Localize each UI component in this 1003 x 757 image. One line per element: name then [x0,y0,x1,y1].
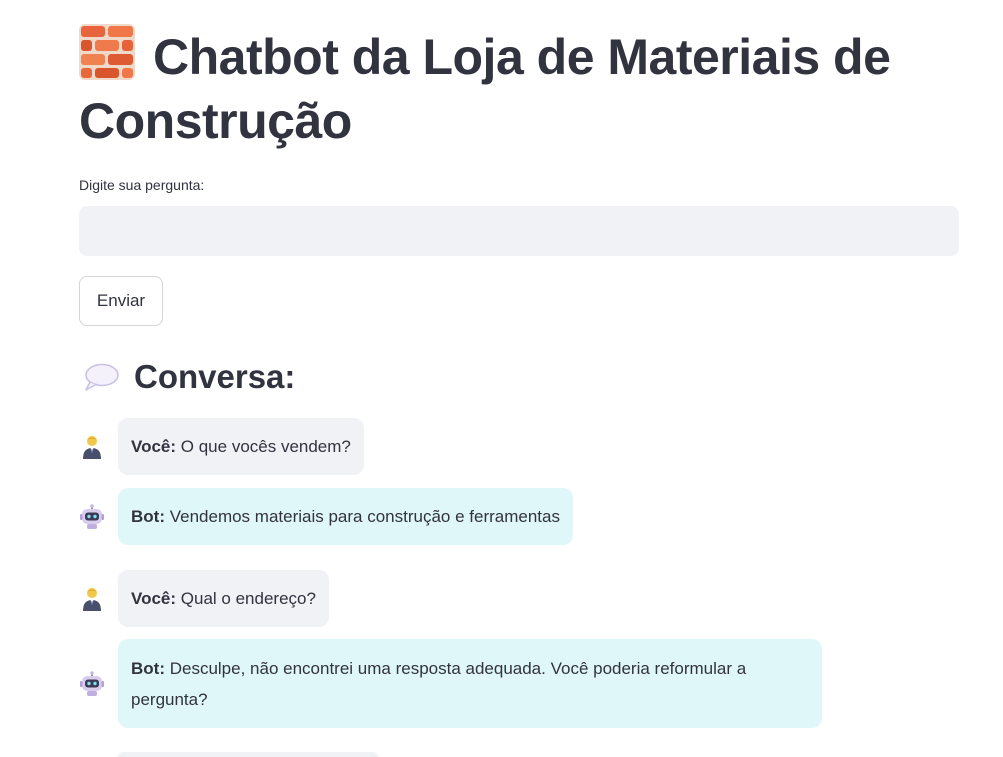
chatbot-page: Chatbot da Loja de Materiais de Construç… [0,0,1003,757]
next-message-bubble-partial [118,752,378,757]
message-text: Desculpe, não encontrei uma resposta ade… [131,659,747,709]
person-icon [83,435,101,459]
conversation-title-text: Conversa: [134,358,296,395]
message-speaker: Bot: [131,659,165,678]
user-message-bubble: Você: Qual o endereço? [118,570,329,627]
chat-message-user: Você: O que vocês vendem? [79,418,364,475]
bot-message-bubble: Bot: Desculpe, não encontrei uma respost… [118,639,822,728]
message-text: Vendemos materiais para construção e fer… [169,507,560,526]
person-icon [83,587,101,611]
message-speaker: Você: [131,437,177,456]
robot-icon [80,503,104,529]
brick-icon [79,24,135,80]
page-title: Chatbot da Loja de Materiais de Construç… [79,24,979,153]
question-input[interactable] [79,206,959,256]
chat-message-user: Você: Qual o endereço? [79,570,329,627]
chat-message-bot: Bot: Desculpe, não encontrei uma respost… [79,639,822,728]
page-title-text: Chatbot da Loja de Materiais de Construç… [79,29,891,149]
message-text: O que vocês vendem? [180,437,351,456]
question-label: Digite sua pergunta: [79,177,205,193]
chat-message-bot: Bot: Vendemos materiais para construção … [79,488,573,545]
message-speaker: Bot: [131,507,165,526]
user-message-bubble: Você: O que vocês vendem? [118,418,364,475]
conversation-title: Conversa: [84,354,295,400]
message-speaker: Você: [131,589,177,608]
send-button[interactable]: Enviar [79,276,163,326]
robot-icon [80,670,104,696]
speech-bubble-icon [85,363,119,391]
bot-message-bubble: Bot: Vendemos materiais para construção … [118,488,573,545]
message-text: Qual o endereço? [180,589,316,608]
